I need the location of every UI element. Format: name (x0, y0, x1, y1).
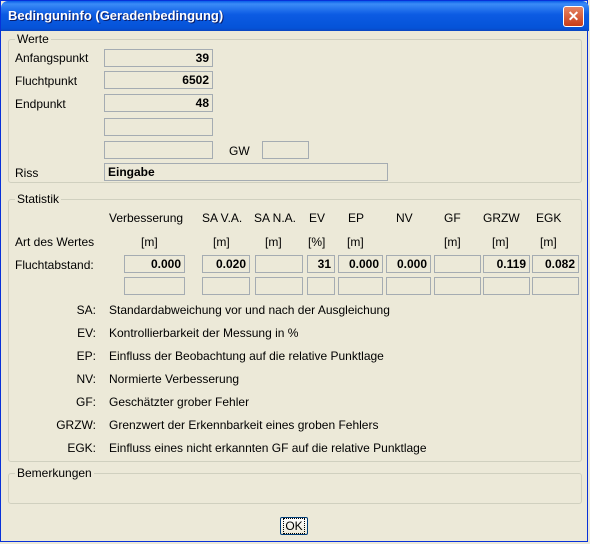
gw-label: GW (229, 144, 250, 158)
row2-verbesserung (124, 277, 185, 295)
bemerkungen-group: Bemerkungen (8, 466, 582, 504)
row2-sa-na (255, 277, 303, 295)
legend-text-sa: Standardabweichung vor und nach der Ausg… (109, 303, 390, 317)
legend-key-ep: EP: (76, 349, 96, 363)
row2-sa-va (202, 277, 250, 295)
header-ev: EV (309, 211, 326, 225)
value-sa-na (255, 255, 303, 273)
unit-sa-va: [m] (213, 235, 230, 249)
extra-field-2 (104, 141, 213, 159)
legend-text-grzw: Grenzwert der Erkennbarkeit eines groben… (109, 418, 379, 432)
row2-grzw (483, 277, 530, 295)
legend-key-grzw: GRZW: (56, 418, 96, 432)
value-nv: 0.000 (386, 255, 431, 273)
ok-button[interactable]: OK (280, 517, 308, 535)
legend-key-egk: EGK: (67, 441, 96, 455)
unit-grzw: [m] (492, 235, 509, 249)
value-grzw: 0.119 (483, 255, 530, 273)
header-gf: GF (444, 211, 461, 225)
legend-text-ep: Einfluss der Beobachtung auf die relativ… (109, 349, 384, 363)
extra-field-1 (104, 118, 213, 136)
value-gf (434, 255, 481, 273)
dialog-body: Werte Anfangspunkt 39 Fluchtpunkt 6502 E… (4, 31, 586, 539)
row2-egk (532, 277, 579, 295)
legend-text-egk: Einfluss eines nicht erkannten GF auf di… (109, 441, 427, 455)
endpunkt-label: Endpunkt (15, 97, 66, 111)
header-verbesserung: Verbesserung (109, 211, 184, 225)
legend-key-gf: GF: (76, 395, 96, 409)
window-title: Bedinguninfo (Geradenbedingung) (8, 8, 224, 23)
bemerkungen-text[interactable] (15, 484, 575, 500)
value-verbesserung: 0.000 (124, 255, 185, 273)
row2-gf (434, 277, 481, 295)
close-icon[interactable]: ✕ (563, 6, 584, 27)
title-bar[interactable]: Bedinguninfo (Geradenbedingung) ✕ (1, 1, 589, 31)
unit-gf: [m] (444, 235, 461, 249)
unit-verbesserung: [m] (141, 235, 158, 249)
werte-legend: Werte (15, 32, 51, 46)
fluchtpunkt-field: 6502 (104, 71, 213, 89)
gw-field (262, 141, 309, 159)
statistik-legend: Statistik (15, 192, 62, 206)
value-sa-va: 0.020 (202, 255, 250, 273)
legend-key-ev: EV: (77, 326, 96, 340)
anfangspunkt-field: 39 (104, 49, 213, 67)
riss-field: Eingabe (104, 163, 388, 181)
unit-sa-na: [m] (265, 235, 282, 249)
unit-ep: [m] (347, 235, 364, 249)
unit-ev: [%] (308, 235, 326, 249)
legend-key-nv: NV: (76, 372, 96, 386)
bemerkungen-legend: Bemerkungen (15, 466, 94, 480)
row2-nv (386, 277, 431, 295)
header-ep: EP (348, 211, 365, 225)
row2-ep (338, 277, 383, 295)
legend-key-sa: SA: (76, 303, 96, 317)
endpunkt-field: 48 (104, 94, 213, 112)
anfangspunkt-label: Anfangspunkt (15, 51, 89, 65)
units-label: Art des Wertes (15, 235, 95, 249)
unit-egk: [m] (540, 235, 557, 249)
fluchtpunkt-label: Fluchtpunkt (15, 74, 78, 88)
header-grzw: GRZW (483, 211, 520, 225)
header-nv: NV (396, 211, 413, 225)
row2-ev (307, 277, 335, 295)
werte-group: Werte (8, 32, 582, 183)
legend-text-gf: Geschätzter grober Fehler (109, 395, 250, 409)
fluchtabstand-label: Fluchtabstand: (15, 258, 94, 272)
value-egk: 0.082 (532, 255, 579, 273)
value-ep: 0.000 (338, 255, 383, 273)
header-egk: EGK (536, 211, 562, 225)
riss-label: Riss (15, 166, 39, 180)
dialog-window: Bedinguninfo (Geradenbedingung) ✕ Werte … (0, 0, 589, 542)
header-sa-va: SA V.A. (202, 211, 243, 225)
legend-text-ev: Kontrollierbarkeit der Messung in % (109, 326, 299, 340)
value-ev: 31 (307, 255, 335, 273)
header-sa-na: SA N.A. (254, 211, 297, 225)
ok-button-label: OK (283, 518, 305, 534)
legend-text-nv: Normierte Verbesserung (109, 372, 240, 386)
